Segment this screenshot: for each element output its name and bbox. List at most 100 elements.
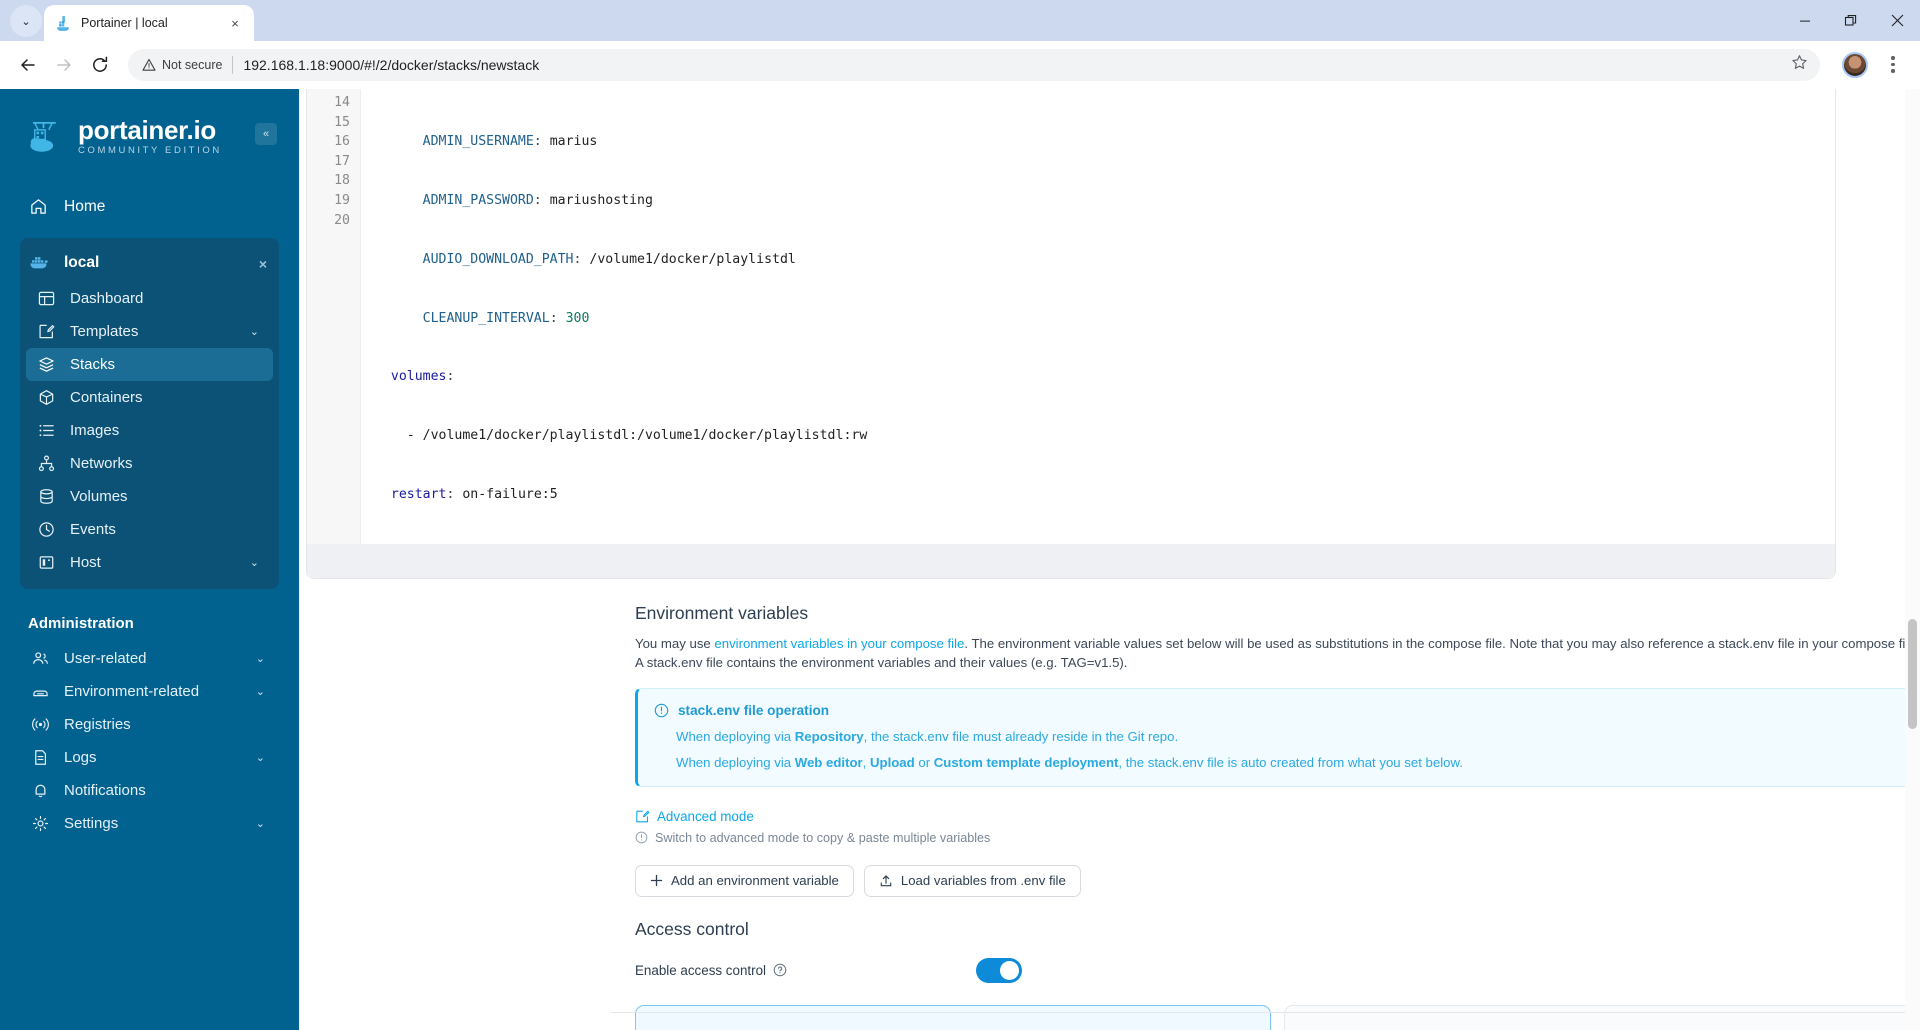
info-circle-icon: [654, 703, 669, 717]
reload-button[interactable]: [84, 49, 116, 81]
chevron-down-icon: ⌄: [249, 557, 259, 569]
enable-access-control-toggle[interactable]: [976, 957, 1023, 983]
button-label: Add an environment variable: [671, 873, 839, 889]
sidebar-item-templates[interactable]: Templates ⌄: [26, 315, 273, 348]
info-text: , the stack.env file must already reside…: [863, 728, 1179, 744]
info-circle-icon: [635, 831, 648, 844]
sidebar-item-networks[interactable]: Networks: [26, 447, 273, 480]
brand-name: portainer.io: [78, 114, 216, 145]
question-circle-icon[interactable]: [773, 963, 787, 977]
sidebar-item-host[interactable]: Host ⌄: [26, 546, 273, 579]
section-title-environment-variables: Environment variables: [635, 602, 809, 623]
sidebar-item-label: Registries: [64, 716, 131, 733]
env-variable-buttons: Add an environment variable Load variabl…: [635, 864, 1920, 897]
docker-whale-icon: [30, 254, 50, 272]
access-option-restricted[interactable]: Restricted I want to restrict the manage…: [1284, 1004, 1920, 1030]
sidebar-item-label: Environment-related: [64, 683, 200, 700]
environment-icon: [30, 683, 50, 700]
portainer-whale-icon: [57, 15, 69, 31]
browser-window: ⌄ Portainer | local × Not secure 192.168…: [0, 0, 1920, 1030]
code-line: AUDIO_DOWNLOAD_PATH: /volume1/docker/pla…: [422, 251, 796, 267]
plus-icon: [650, 874, 663, 887]
sidebar-item-volumes[interactable]: Volumes: [26, 480, 273, 513]
sidebar-item-user-related[interactable]: User-related ⌄: [20, 642, 279, 675]
code-value: on-failure:5: [454, 486, 558, 502]
minimize-button[interactable]: [1782, 0, 1828, 41]
sidebar-item-images[interactable]: Images: [26, 414, 273, 447]
brand-logo[interactable]: portainer.io COMMUNITY EDITION «: [0, 89, 299, 157]
code-key: ADMIN_USERNAME: [422, 134, 534, 150]
security-label: Not secure: [162, 57, 223, 72]
add-environment-variable-button[interactable]: Add an environment variable: [635, 864, 854, 897]
close-icon[interactable]: ×: [259, 256, 267, 272]
scrollbar-thumb[interactable]: [1908, 619, 1917, 729]
sidebar-item-label: User-related: [64, 650, 147, 667]
code-line: CLEANUP_INTERVAL: 300: [422, 310, 590, 326]
portainer-logo-icon: [30, 122, 56, 152]
sidebar-item-containers[interactable]: Containers: [26, 381, 273, 414]
editor-footer: [307, 543, 1835, 578]
address-bar[interactable]: Not secure 192.168.1.18:9000/#!/2/docker…: [128, 48, 1820, 81]
environment-header[interactable]: local ×: [20, 244, 279, 282]
sidebar-item-events[interactable]: Events: [26, 513, 273, 546]
line-number: 18: [334, 173, 350, 189]
avatar[interactable]: [1842, 51, 1868, 78]
chevron-down-icon: ⌄: [249, 326, 259, 338]
advanced-mode-link[interactable]: Advanced mode: [635, 809, 1920, 824]
brand-edition: COMMUNITY EDITION: [78, 144, 222, 156]
page-body: portainer.io COMMUNITY EDITION « Home lo…: [0, 89, 1920, 1030]
security-indicator[interactable]: Not secure: [142, 58, 222, 72]
sidebar-item-home[interactable]: Home: [0, 187, 299, 226]
forward-button[interactable]: [48, 49, 80, 81]
browser-tab[interactable]: Portainer | local ×: [44, 5, 254, 41]
users-icon: [30, 650, 50, 667]
maximize-button[interactable]: [1828, 0, 1874, 41]
info-bold-web-editor: Web editor: [794, 754, 863, 770]
info-box-title: stack.env file operation: [654, 703, 1920, 718]
sidebar-item-settings[interactable]: Settings ⌄: [20, 807, 279, 840]
events-clock-icon: [36, 521, 56, 538]
close-window-button[interactable]: [1874, 0, 1920, 41]
tab-title: Portainer | local: [81, 16, 168, 30]
sidebar-item-environment-related[interactable]: Environment-related ⌄: [20, 675, 279, 708]
chevron-down-icon: ⌄: [21, 15, 31, 28]
sidebar-collapse-button[interactable]: «: [255, 123, 277, 145]
chevron-down-icon: ⌄: [255, 818, 265, 830]
line-number: 15: [334, 114, 350, 130]
sidebar-item-notifications[interactable]: Notifications: [20, 774, 279, 807]
window-controls: [1782, 0, 1920, 41]
info-text: When deploying via: [676, 728, 795, 744]
registries-icon: [30, 716, 50, 733]
sidebar-item-stacks[interactable]: Stacks: [26, 348, 273, 381]
code-value: marius: [541, 134, 598, 150]
load-variables-from-env-file-button[interactable]: Load variables from .env file: [863, 864, 1081, 897]
button-label: Load variables from .env file: [900, 873, 1066, 889]
close-icon[interactable]: ×: [226, 14, 244, 32]
dashboard-icon: [36, 290, 56, 307]
editor-body[interactable]: 14 15 16 17 18 19 20 ADMIN_USERNAME: mar…: [307, 89, 1835, 544]
code-key: CLEANUP_INTERVAL: [422, 310, 550, 326]
sidebar-item-label: Host: [70, 554, 101, 571]
star-icon[interactable]: [1791, 54, 1808, 76]
page-scrollbar[interactable]: [1905, 89, 1920, 1030]
sidebar-item-dashboard[interactable]: Dashboard: [26, 282, 273, 315]
double-chevron-left-icon: «: [262, 128, 270, 140]
sidebar-item-registries[interactable]: Registries: [20, 708, 279, 741]
access-option-administrators[interactable]: Administrators I want to restrict the ma…: [635, 1004, 1271, 1030]
access-control-options: Administrators I want to restrict the ma…: [635, 1004, 1920, 1030]
tab-search-button[interactable]: ⌄: [10, 5, 42, 37]
compose-editor[interactable]: 14 15 16 17 18 19 20 ADMIN_USERNAME: mar…: [306, 89, 1836, 579]
compose-env-vars-link[interactable]: environment variables in your compose fi…: [714, 636, 964, 651]
code-line: - /volume1/docker/playlistdl:/volume1/do…: [375, 426, 1835, 446]
chevron-down-icon: ⌄: [255, 752, 265, 764]
desc-text-before: You may use: [635, 635, 715, 651]
sidebar-item-label: Dashboard: [70, 290, 144, 307]
kebab-menu-icon[interactable]: [1878, 50, 1908, 80]
sidebar-item-logs[interactable]: Logs ⌄: [20, 741, 279, 774]
back-button[interactable]: [12, 49, 44, 81]
home-icon: [28, 197, 48, 216]
code-key: volumes: [390, 369, 447, 385]
code-value: mariushosting: [541, 192, 653, 208]
editor-code[interactable]: ADMIN_USERNAME: marius ADMIN_PASSWORD: m…: [361, 89, 1835, 544]
host-icon: [36, 554, 56, 571]
